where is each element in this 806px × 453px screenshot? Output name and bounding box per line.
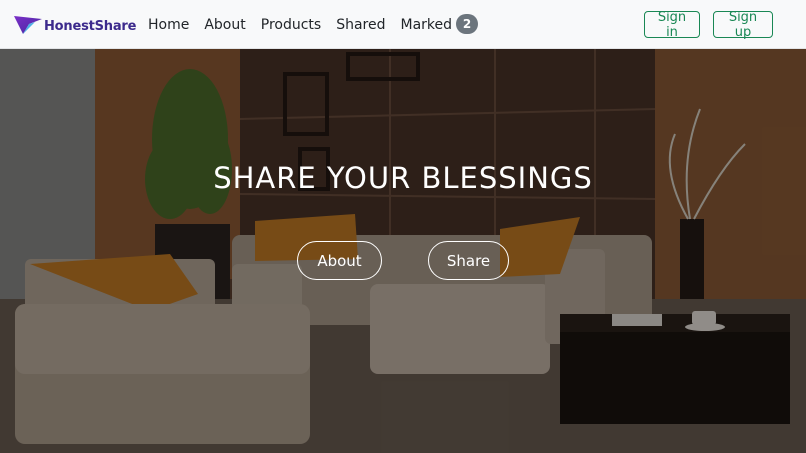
sign-up-button[interactable]: Sign up bbox=[713, 10, 773, 40]
main-nav: Home About Products Shared Marked 2 bbox=[148, 0, 493, 49]
triangle-logo-icon bbox=[13, 12, 43, 41]
hero-title: SHARE YOUR BLESSINGS bbox=[213, 161, 593, 195]
marked-count-badge: 2 bbox=[456, 13, 479, 34]
hero-buttons: About Share bbox=[297, 241, 509, 280]
nav-marked[interactable]: Marked 2 bbox=[400, 13, 479, 35]
nav-shared[interactable]: Shared bbox=[336, 17, 385, 33]
auth-buttons: Sign in Sign up bbox=[644, 10, 773, 40]
hero-section: SHARE YOUR BLESSINGS About Share bbox=[0, 49, 806, 453]
nav-marked-label: Marked bbox=[400, 16, 453, 33]
nav-home[interactable]: Home bbox=[148, 17, 189, 33]
navbar: HonestShare Home About Products Shared M… bbox=[0, 0, 806, 49]
hero-about-button[interactable]: About bbox=[297, 241, 382, 280]
hero-share-button[interactable]: Share bbox=[428, 241, 509, 280]
brand-name: HonestShare bbox=[44, 19, 137, 34]
nav-products[interactable]: Products bbox=[261, 17, 321, 33]
brand-link[interactable]: HonestShare bbox=[13, 12, 136, 41]
nav-about[interactable]: About bbox=[204, 17, 245, 33]
sign-in-button[interactable]: Sign in bbox=[644, 10, 700, 40]
